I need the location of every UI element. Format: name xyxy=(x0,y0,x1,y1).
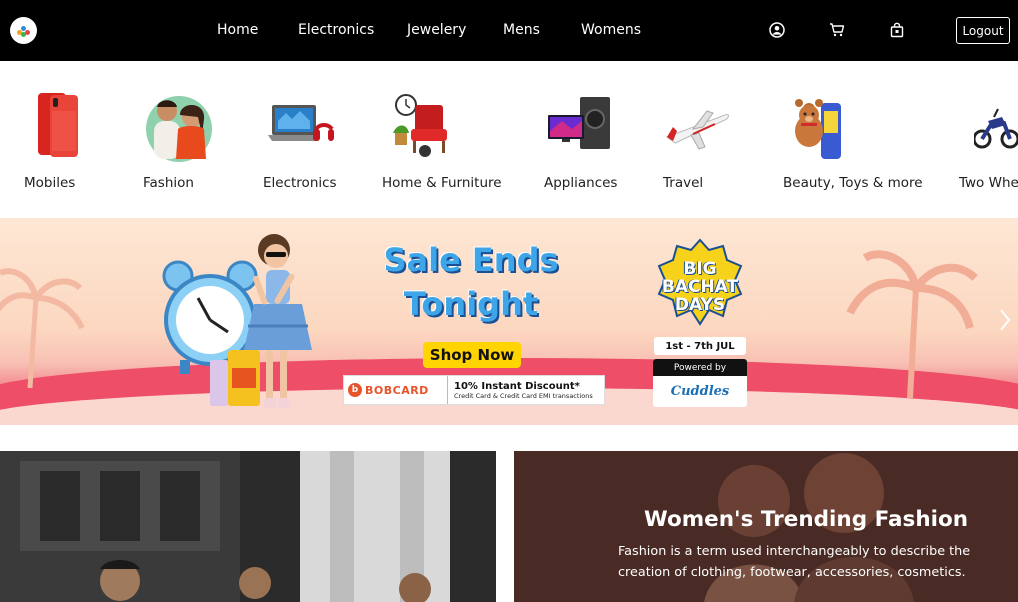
nav-link-womens[interactable]: Womens xyxy=(581,22,641,38)
category-label: Home & Furniture xyxy=(382,175,502,191)
category-travel[interactable]: Travel xyxy=(655,61,745,218)
promo-card-womens[interactable]: Women's Trending Fashion Fashion is a te… xyxy=(514,451,1018,602)
big-bachat-days-badge: BIG BACHAT DAYS xyxy=(657,238,743,326)
category-electronics[interactable]: Electronics xyxy=(250,61,360,218)
promo-card-mens[interactable] xyxy=(0,451,496,602)
category-appliances[interactable]: Appliances xyxy=(530,61,640,218)
fashion-image xyxy=(146,96,212,162)
bank-offer-subtitle: Credit Card & Credit Card EMI transactio… xyxy=(454,391,593,400)
category-mobiles[interactable]: Mobiles xyxy=(0,61,100,218)
promo-description: Fashion is a term used interchangeably t… xyxy=(618,544,971,580)
badge-line1: BIG xyxy=(683,259,717,279)
user-icon[interactable] xyxy=(769,22,785,38)
travel-image xyxy=(665,110,730,150)
bobcard-name: BOBCARD xyxy=(365,383,429,397)
mens-fashion-image xyxy=(0,451,496,602)
mobiles-image xyxy=(38,93,78,157)
palm-decoration xyxy=(846,250,978,398)
bobcard-logo: b BOBCARD xyxy=(344,376,448,404)
banner-title-line2: Tonight xyxy=(403,285,539,323)
category-label: Appliances xyxy=(544,175,618,191)
category-label: Mobiles xyxy=(24,175,76,191)
two-wheelers-image xyxy=(974,108,1018,149)
site-logo[interactable] xyxy=(10,17,37,44)
nav-link-electronics[interactable]: Electronics xyxy=(298,22,374,38)
banner-title: Sale Ends Tonight xyxy=(380,238,562,326)
badge-line2: BACHAT xyxy=(661,277,739,297)
sponsor-card: Powered by Cuddles xyxy=(653,359,747,407)
product-pack-image xyxy=(210,350,260,406)
category-label: Two Whe xyxy=(959,175,1018,191)
event-dates: 1st - 7th JUL xyxy=(654,337,746,355)
category-label: Travel xyxy=(663,175,704,191)
palm-decoration xyxy=(0,268,85,388)
category-fashion[interactable]: Fashion xyxy=(120,61,230,218)
banner-title-line1: Sale Ends xyxy=(383,241,559,279)
home-furniture-image xyxy=(393,94,447,157)
cart-icon[interactable] xyxy=(829,22,845,38)
shop-now-button[interactable]: Shop Now xyxy=(423,342,521,368)
sponsor-logo: Cuddles xyxy=(670,384,730,399)
category-label: Fashion xyxy=(143,175,194,191)
bobcard-icon: b xyxy=(348,383,362,397)
category-label: Electronics xyxy=(263,175,337,191)
logo-icon xyxy=(16,25,31,37)
promo-title: Women's Trending Fashion xyxy=(644,507,969,532)
hero-banner[interactable]: Sale Ends Tonight Shop Now b BOBCARD 10%… xyxy=(0,218,1018,425)
powered-by-label: Powered by xyxy=(653,359,747,376)
nav-link-home[interactable]: Home xyxy=(217,22,258,38)
beauty-toys-image xyxy=(795,99,841,159)
category-beauty-toys[interactable]: Beauty, Toys & more xyxy=(775,61,925,218)
nav-link-jewelery[interactable]: Jewelery xyxy=(407,22,466,38)
category-two-wheelers[interactable]: Two Whe xyxy=(950,61,1018,218)
electronics-image xyxy=(268,105,334,141)
badge-line3: DAYS xyxy=(674,295,726,315)
category-strip: Mobiles Fashion Electronics Home & Furni… xyxy=(0,61,1018,218)
shopping-bag-icon[interactable] xyxy=(889,22,905,38)
logout-button[interactable]: Logout xyxy=(956,17,1010,44)
appliances-image xyxy=(548,97,610,149)
chevron-right-icon[interactable] xyxy=(998,306,1012,334)
category-home-furniture[interactable]: Home & Furniture xyxy=(375,61,505,218)
bank-offer-card: b BOBCARD 10% Instant Discount* Credit C… xyxy=(343,375,605,405)
category-label: Beauty, Toys & more xyxy=(783,175,923,191)
bank-offer-title: 10% Instant Discount* xyxy=(454,380,580,392)
nav-link-mens[interactable]: Mens xyxy=(503,22,540,38)
top-navbar: Home Electronics Jewelery Mens Womens Lo… xyxy=(0,0,1018,61)
